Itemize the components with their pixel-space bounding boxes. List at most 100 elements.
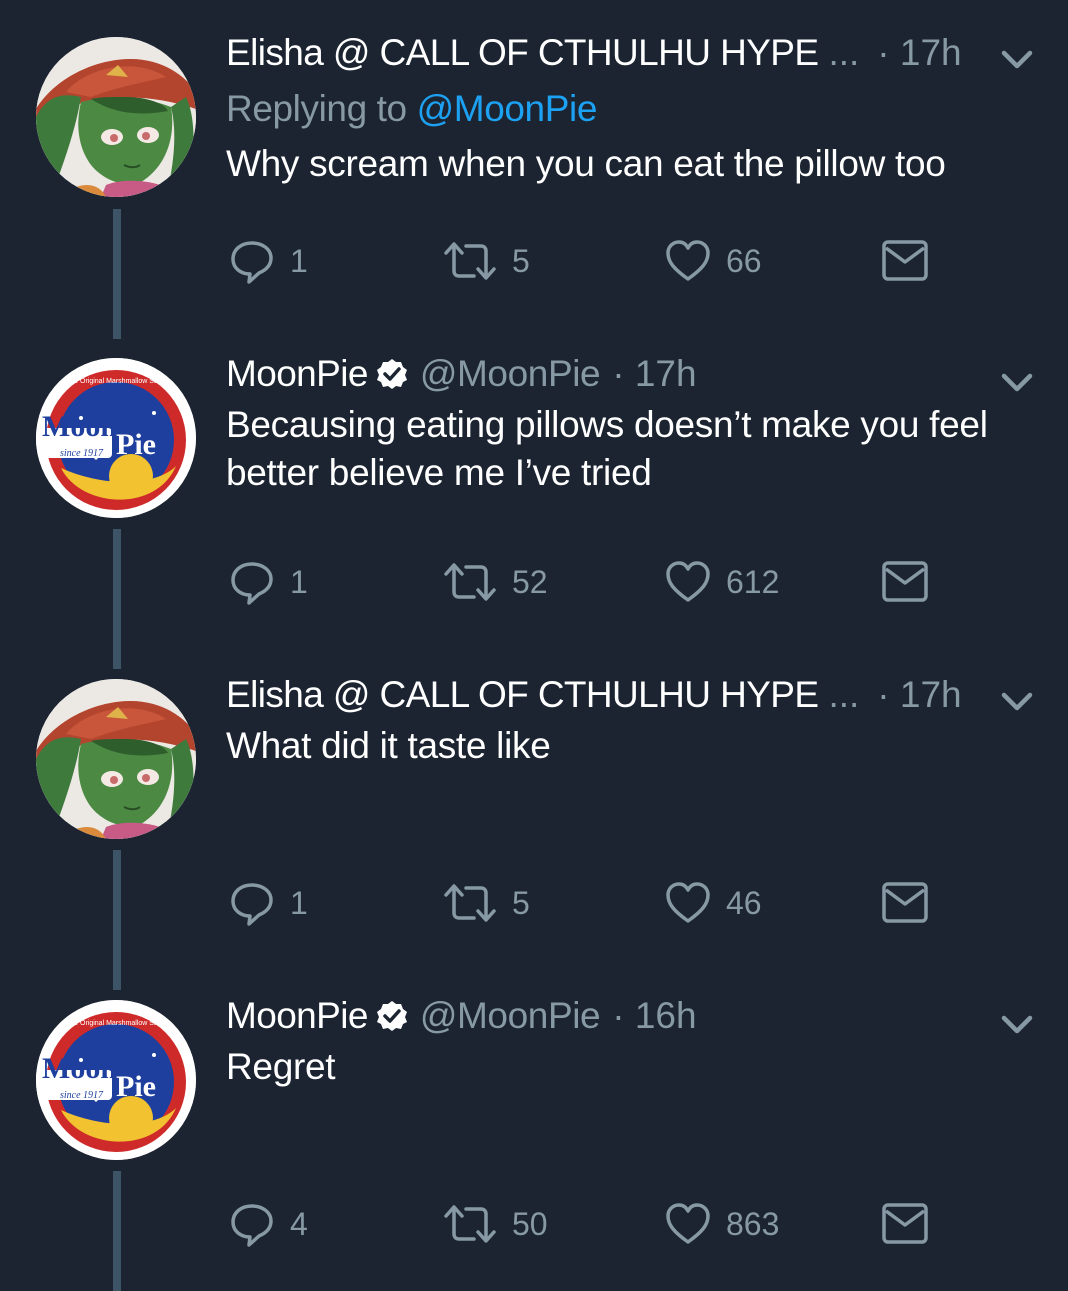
retweet-button[interactable]: 50 (442, 1199, 548, 1249)
reply-button[interactable]: 1 (228, 236, 308, 286)
like-button[interactable]: 612 (664, 557, 779, 607)
like-count: 66 (726, 242, 762, 279)
tweet-header: MoonPie @MoonPie · 16h (226, 993, 697, 1039)
like-count: 612 (726, 563, 780, 600)
dm-icon (881, 1200, 929, 1248)
reply-icon (228, 879, 276, 927)
retweet-count: 5 (512, 884, 530, 921)
like-icon (664, 237, 712, 285)
reply-count: 4 (290, 1205, 308, 1242)
chevron-down-icon[interactable] (1000, 46, 1034, 72)
like-button[interactable]: 46 (664, 878, 762, 928)
chevron-down-icon[interactable] (1000, 369, 1034, 395)
witch-avatar-image (36, 37, 196, 197)
moonpie-logo: Moon Pie since 1917 The Original Marshma… (36, 358, 196, 518)
timestamp[interactable]: · 16h (612, 995, 696, 1037)
like-icon (664, 558, 712, 606)
logo-pie-text: Pie (116, 1070, 156, 1103)
logo-moon-text: Moon (42, 410, 117, 443)
reply-count: 1 (290, 242, 308, 279)
tweet-actions: 1 5 46 (226, 878, 946, 928)
direct-message-button[interactable] (881, 236, 929, 286)
mention-link[interactable]: @MoonPie (417, 88, 598, 129)
display-name[interactable]: MoonPie (226, 995, 368, 1037)
like-button[interactable]: 66 (664, 236, 762, 286)
avatar[interactable]: Moon Pie since 1917 The Original Marshma… (36, 1000, 196, 1160)
moonpie-logo: Moon Pie since 1917 The Original Marshma… (36, 1000, 196, 1160)
dm-icon (881, 237, 929, 285)
like-count: 863 (726, 1205, 780, 1242)
reply-count: 1 (290, 563, 308, 600)
retweet-icon (442, 237, 498, 285)
retweet-button[interactable]: 5 (442, 878, 530, 928)
reply-button[interactable]: 4 (228, 1199, 308, 1249)
tweet-text: What did it taste like (226, 725, 551, 766)
direct-message-button[interactable] (881, 557, 929, 607)
reply-button[interactable]: 1 (228, 557, 308, 607)
tweet-text: Why scream when you can eat the pillow t… (226, 143, 946, 184)
retweet-button[interactable]: 52 (442, 557, 548, 607)
name-ellipsis: ... (828, 32, 860, 73)
like-count: 46 (726, 884, 762, 921)
retweet-count: 5 (512, 242, 530, 279)
avatar[interactable] (36, 37, 196, 197)
chevron-down-icon[interactable] (1000, 688, 1034, 714)
dm-icon (881, 879, 929, 927)
logo-pie-text: Pie (116, 428, 156, 461)
tweet-text: Becausing eating pillows doesn’t make yo… (226, 404, 988, 493)
reply-icon (228, 558, 276, 606)
tweet[interactable]: Elisha @ CALL OF CTHULHU HYPE ... · 17h … (0, 0, 1068, 339)
username[interactable]: @MoonPie (420, 995, 601, 1037)
tweet-header: Elisha @ CALL OF CTHULHU HYPE ... · 17h (226, 30, 962, 76)
tweet-actions: 1 52 612 (226, 557, 946, 607)
display-name[interactable]: Elisha @ CALL OF CTHULHU HYPE (226, 674, 819, 716)
dm-icon (881, 558, 929, 606)
retweet-count: 50 (512, 1205, 548, 1242)
tweet-actions: 4 50 863 (226, 1199, 946, 1249)
witch-avatar-image (36, 679, 196, 839)
tweet-text: Regret (226, 1046, 336, 1087)
retweet-count: 52 (512, 563, 548, 600)
tweet-actions: 1 5 66 (226, 236, 946, 286)
timestamp[interactable]: · 17h (612, 353, 696, 395)
verified-icon (376, 1000, 408, 1032)
thread-connector-line (113, 1171, 121, 1291)
avatar[interactable] (36, 679, 196, 839)
like-button[interactable]: 863 (664, 1199, 779, 1249)
direct-message-button[interactable] (881, 1199, 929, 1249)
logo-since-text: since 1917 (60, 1090, 104, 1101)
replying-to-label: Replying to (226, 88, 407, 129)
retweet-icon (442, 1200, 498, 1248)
logo-tagline-text: The Original Marshmallow Sandwich (66, 378, 180, 385)
chevron-down-icon[interactable] (1000, 1011, 1034, 1037)
conversation-thread: Elisha @ CALL OF CTHULHU HYPE ... · 17h … (0, 0, 1068, 1291)
logo-moon-text: Moon (42, 1052, 117, 1085)
tweet-header: MoonPie @MoonPie · 17h (226, 351, 697, 397)
display-name[interactable]: MoonPie (226, 353, 368, 395)
direct-message-button[interactable] (881, 878, 929, 928)
logo-since-text: since 1917 (60, 448, 104, 459)
replying-to: Replying to @MoonPie (226, 88, 597, 130)
reply-button[interactable]: 1 (228, 878, 308, 928)
like-icon (664, 1200, 712, 1248)
verified-icon (376, 358, 408, 390)
tweet[interactable]: Elisha @ CALL OF CTHULHU HYPE ... · 17h … (0, 642, 1068, 990)
thread-connector-line (113, 209, 121, 339)
timestamp[interactable]: · 17h (877, 674, 961, 716)
retweet-icon (442, 879, 498, 927)
logo-tagline-text: The Original Marshmallow Sandwich (66, 1020, 180, 1027)
reply-count: 1 (290, 884, 308, 921)
like-icon (664, 879, 712, 927)
username[interactable]: @MoonPie (420, 353, 601, 395)
display-name[interactable]: Elisha @ CALL OF CTHULHU HYPE (226, 32, 819, 74)
avatar[interactable]: Moon Pie since 1917 The Original Marshma… (36, 358, 196, 518)
retweet-icon (442, 558, 498, 606)
retweet-button[interactable]: 5 (442, 236, 530, 286)
timestamp[interactable]: · 17h (877, 32, 961, 74)
name-ellipsis: ... (828, 674, 860, 715)
tweet[interactable]: Moon Pie since 1917 The Original Marshma… (0, 963, 1068, 1291)
reply-icon (228, 237, 276, 285)
reply-icon (228, 1200, 276, 1248)
tweet[interactable]: Moon Pie since 1917 The Original Marshma… (0, 321, 1068, 669)
tweet-header: Elisha @ CALL OF CTHULHU HYPE ... · 17h (226, 672, 962, 718)
